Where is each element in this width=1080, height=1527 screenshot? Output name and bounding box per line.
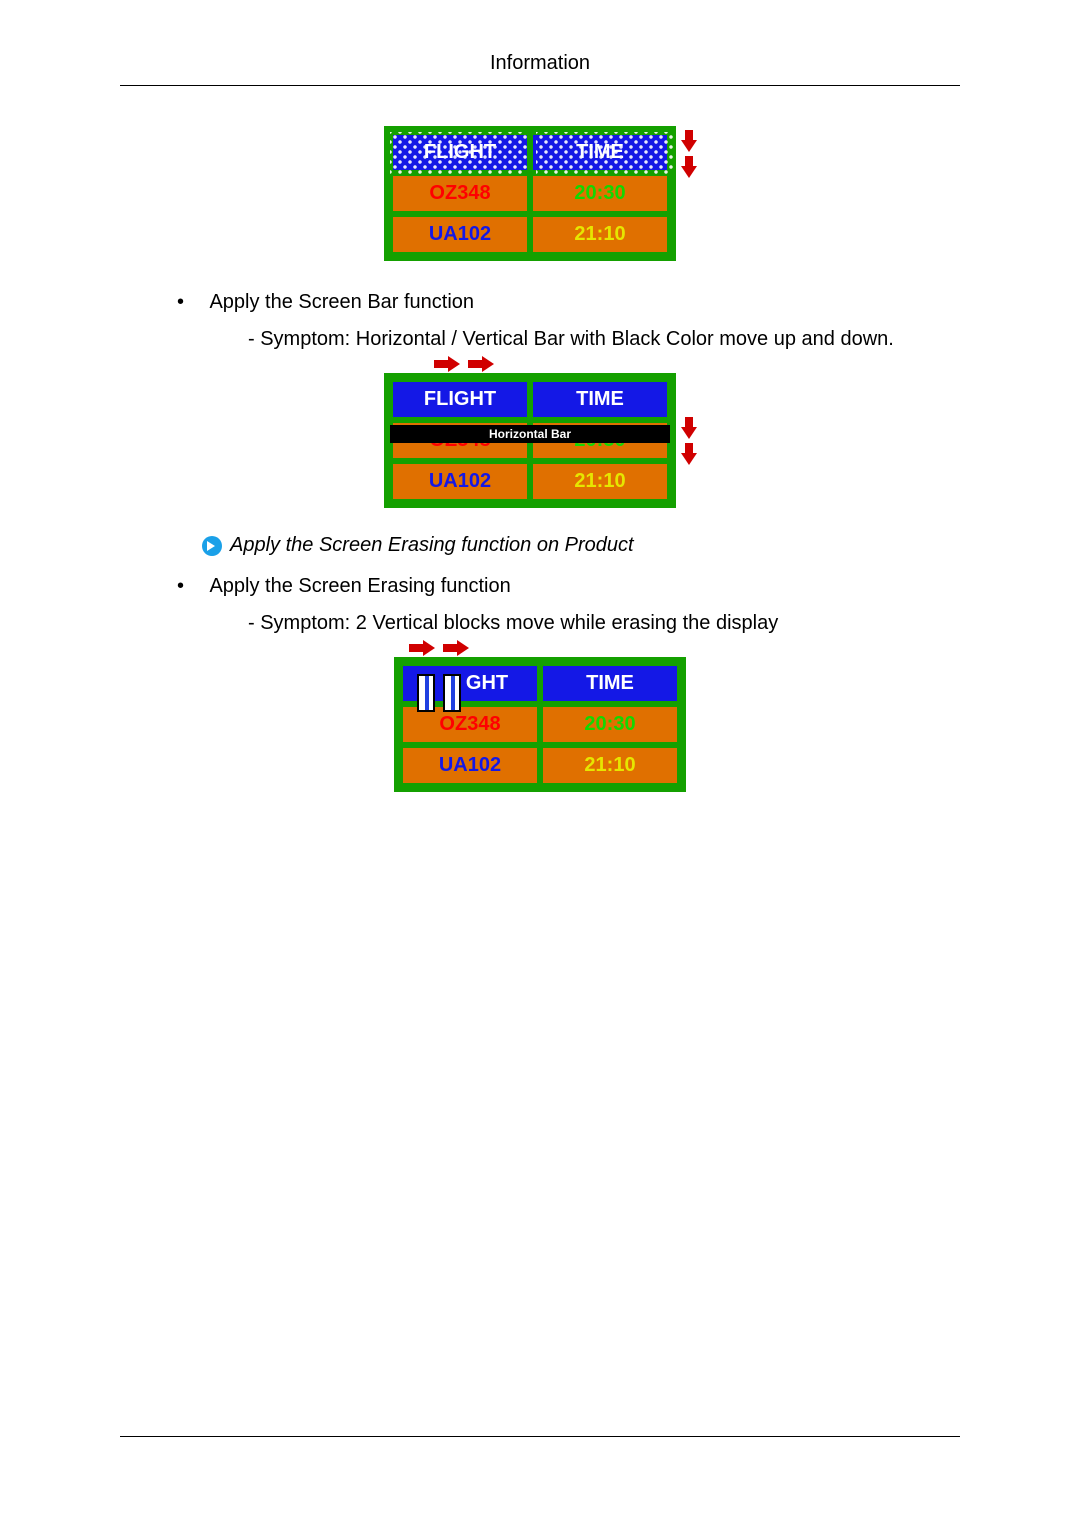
arrow-right-icon xyxy=(443,641,471,655)
page-header: Information xyxy=(120,0,960,86)
note-row: Apply the Screen Erasing function on Pro… xyxy=(202,534,960,557)
arrow-down-icon xyxy=(682,417,696,439)
cell-flight-2: UA102 xyxy=(390,461,530,502)
erasing-block xyxy=(443,674,461,712)
col-header-time: TIME xyxy=(530,132,670,173)
erasing-block xyxy=(417,674,435,712)
figure-screen-erasing: GHT TIME OZ348 20:30 UA102 xyxy=(120,641,960,792)
bullet-item: Apply the Screen Erasing function xyxy=(205,575,960,598)
arrow-down-icon xyxy=(682,156,696,178)
horizontal-bar-label: Horizontal Bar xyxy=(390,425,670,443)
cell-flight-2: UA102 xyxy=(390,214,530,255)
cell-flight-2: UA102 xyxy=(400,745,540,786)
col-header-flight: GHT xyxy=(400,663,540,704)
cell-flight-1: OZ348 xyxy=(390,173,530,214)
arrows-horizontal xyxy=(409,641,471,655)
arrow-down-icon xyxy=(682,130,696,152)
arrows-vertical xyxy=(682,417,696,465)
arrow-circle-icon xyxy=(202,536,222,556)
bullet-item: Apply the Screen Bar function xyxy=(205,291,960,314)
arrows-vertical xyxy=(682,130,696,178)
flight-board: GHT TIME OZ348 20:30 UA102 xyxy=(394,657,686,792)
arrow-right-icon xyxy=(468,357,496,371)
figure-pixel-shift: FLIGHT TIME OZ348 20:30 UA102 21:10 xyxy=(120,126,960,261)
note-text: Apply the Screen Erasing function on Pro… xyxy=(230,534,634,557)
cell-time-2: 21:10 xyxy=(530,461,670,502)
footer-divider xyxy=(120,1436,960,1437)
arrows-horizontal xyxy=(434,357,496,371)
arrow-right-icon xyxy=(409,641,437,655)
cell-time-2: 21:10 xyxy=(530,214,670,255)
col-header-time: TIME xyxy=(540,663,680,704)
cell-time-1: 20:30 xyxy=(530,173,670,214)
col-header-flight: FLIGHT xyxy=(390,132,530,173)
arrow-right-icon xyxy=(434,357,462,371)
cell-time-1: 20:30 xyxy=(540,704,680,745)
bullet-sub: - Symptom: Horizontal / Vertical Bar wit… xyxy=(248,328,960,351)
page-content: FLIGHT TIME OZ348 20:30 UA102 21:10 xyxy=(120,86,960,792)
bullet-list: Apply the Screen Bar function xyxy=(205,291,960,314)
bullet-sub: - Symptom: 2 Vertical blocks move while … xyxy=(248,612,960,635)
bullet-text: Apply the Screen Bar function xyxy=(209,291,474,313)
erasing-blocks xyxy=(417,674,461,712)
figure-screen-bar: FLIGHT TIME OZ348 20:30 UA102 21:10 Hori… xyxy=(120,357,960,508)
col-header-time: TIME xyxy=(530,379,670,420)
arrow-down-icon xyxy=(682,443,696,465)
bullet-list: Apply the Screen Erasing function xyxy=(205,575,960,598)
bullet-text: Apply the Screen Erasing function xyxy=(209,575,510,597)
flight-board: FLIGHT TIME OZ348 20:30 UA102 21:10 xyxy=(384,126,676,261)
page-title: Information xyxy=(490,52,590,74)
header-partial: GHT xyxy=(466,672,508,694)
cell-time-2: 21:10 xyxy=(540,745,680,786)
col-header-flight: FLIGHT xyxy=(390,379,530,420)
